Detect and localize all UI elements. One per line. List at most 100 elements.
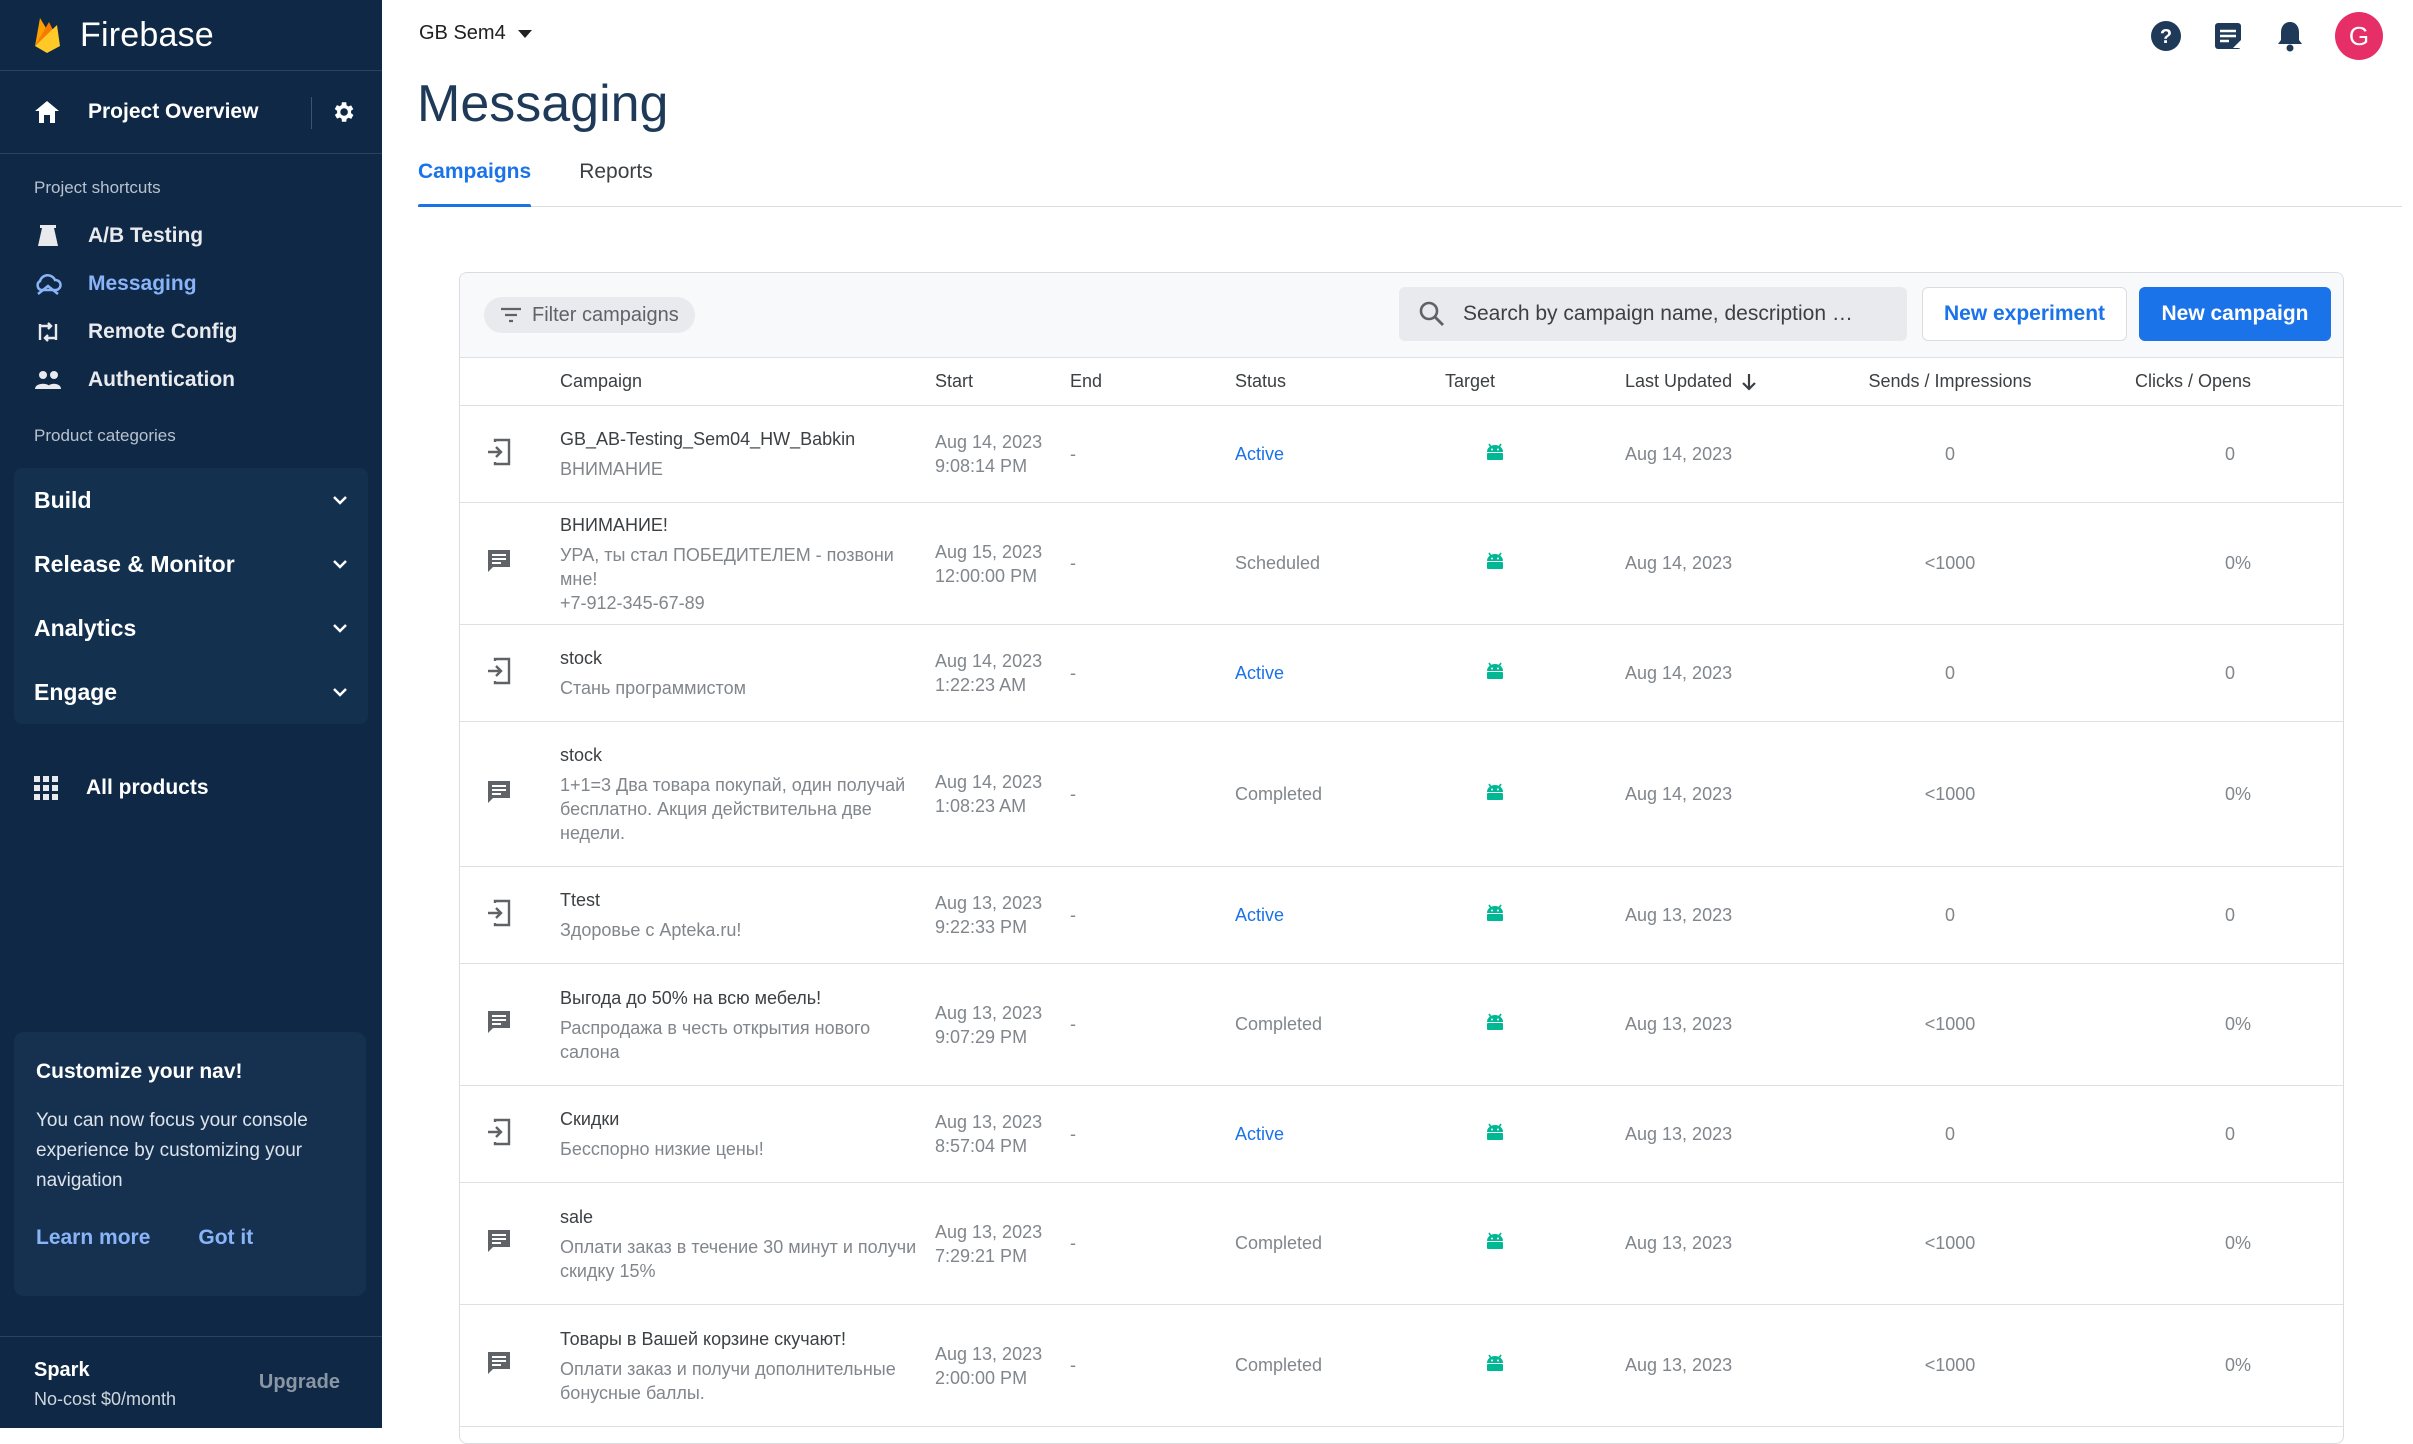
search-input[interactable] xyxy=(1461,301,1865,327)
campaign-description: Распродажа в честь открытия нового салона xyxy=(560,1016,935,1064)
project-overview[interactable]: Project Overview xyxy=(0,71,382,154)
filter-icon xyxy=(501,307,521,323)
home-icon xyxy=(35,101,59,123)
last-updated-cell: Aug 13, 2023 xyxy=(1625,1182,1807,1305)
campaign-cell[interactable]: Скидки Бесспорно низкие цены! xyxy=(560,1085,935,1183)
clicks-cell: 0 xyxy=(2093,624,2343,722)
column-header-end[interactable]: End xyxy=(1070,358,1235,406)
sends-cell: 0 xyxy=(1807,624,2093,722)
column-header-start[interactable]: Start xyxy=(935,358,1070,406)
campaign-description-line: бонусные баллы. xyxy=(560,1382,705,1403)
shortcut-remote-config[interactable]: Remote Config xyxy=(0,308,382,356)
end-cell: - xyxy=(1070,1085,1235,1183)
android-icon xyxy=(1485,1354,1505,1376)
table-row[interactable]: stock Стань программистом Aug 14, 2023 1:22… xyxy=(460,624,2343,722)
table-row[interactable]: stock 1+1=3 Два товара покупай, один полу… xyxy=(460,721,2343,867)
learn-more-link[interactable]: Learn more xyxy=(36,1226,150,1250)
campaign-cell[interactable]: Ttest Здоровье с Apteka.ru! xyxy=(560,866,935,964)
campaign-type-cell xyxy=(460,1304,560,1427)
chevron-down-icon xyxy=(333,688,347,697)
billing-plan: Spark No-cost $0/month Upgrade xyxy=(0,1336,382,1428)
campaign-cell[interactable]: Товары в Вашей корзине скучают! Оплати за… xyxy=(560,1304,935,1427)
all-products[interactable]: All products xyxy=(0,760,382,816)
campaign-type-cell xyxy=(460,866,560,964)
gear-icon[interactable] xyxy=(330,99,356,125)
in-app-message-icon xyxy=(486,1118,512,1150)
clicks-value: 0 xyxy=(2225,662,2236,683)
svg-text:?: ? xyxy=(2160,26,2172,48)
table-row[interactable]: Скидки Бесспорно низкие цены! Aug 13, 2023… xyxy=(460,1085,2343,1183)
target-cell xyxy=(1445,624,1625,722)
column-header-clicks[interactable]: Clicks / Opens xyxy=(2093,358,2343,406)
start-cell: Aug 13, 2023 7:29:21 PM xyxy=(935,1182,1070,1305)
clicks-value: 0 xyxy=(2225,1123,2236,1144)
start-date: Aug 13, 2023 xyxy=(935,1112,1043,1132)
table-row[interactable]: Выгода до 50% на всю мебель! Распродажа в… xyxy=(460,963,2343,1086)
plan-name: Spark xyxy=(34,1359,90,1381)
start-date: Aug 14, 2023 xyxy=(935,651,1043,671)
campaign-cell[interactable]: GB_AB-Testing_Sem04_HW_Babkin ВНИМАНИЕ xyxy=(560,405,935,503)
tab-reports[interactable]: Reports xyxy=(579,160,653,206)
status-cell: Completed xyxy=(1235,1304,1445,1427)
table-row[interactable]: Товары в Вашей корзине скучают! Оплати за… xyxy=(460,1304,2343,1427)
start-time: 7:29:21 PM xyxy=(935,1245,1028,1266)
got-it-button[interactable]: Got it xyxy=(198,1226,253,1250)
column-header-campaign[interactable]: Campaign xyxy=(560,358,935,406)
start-time: 1:08:23 AM xyxy=(935,796,1027,816)
campaign-name: Товары в Вашей корзине скучают! xyxy=(560,1328,846,1349)
campaign-search[interactable] xyxy=(1399,287,1907,341)
category-build[interactable]: Build xyxy=(14,468,368,532)
shortcut-ab-testing[interactable]: A/B Testing xyxy=(0,212,382,260)
table-row[interactable]: ВНИМАНИЕ! УРА, ты стал ПОБЕДИТЕЛЕМ - позв… xyxy=(460,502,2343,625)
table-row[interactable]: sale Оплати заказ в течение 30 минут и по… xyxy=(460,1182,2343,1305)
target-cell xyxy=(1445,1182,1625,1305)
new-experiment-button[interactable]: New experiment xyxy=(1922,287,2127,341)
shortcut-messaging[interactable]: Messaging xyxy=(0,260,382,308)
tab-campaigns[interactable]: Campaigns xyxy=(418,160,532,207)
notifications-bell-icon[interactable] xyxy=(2273,19,2307,53)
last-updated-cell: Aug 13, 2023 xyxy=(1625,963,1807,1086)
clicks-cell: 0% xyxy=(2093,721,2343,867)
campaign-name: Ttest xyxy=(560,890,601,910)
column-header-status[interactable]: Status xyxy=(1235,358,1445,406)
clicks-cell: 0 xyxy=(2093,405,2343,503)
start-time: 8:57:04 PM xyxy=(935,1136,1028,1156)
start-cell: Aug 13, 2023 9:07:29 PM xyxy=(935,963,1070,1086)
table-row[interactable]: GB_AB-Testing_Sem04_HW_Babkin ВНИМАНИЕ Aug… xyxy=(460,405,2343,503)
help-icon[interactable]: ? xyxy=(2149,19,2183,53)
shortcut-authentication[interactable]: Authentication xyxy=(0,356,382,404)
table-row[interactable]: Ttest Здоровье с Apteka.ru! Aug 13, 2023 9:… xyxy=(460,866,2343,964)
upgrade-button[interactable]: Upgrade xyxy=(259,1371,340,1394)
project-selector[interactable]: GB Sem4 xyxy=(419,22,532,45)
campaign-name: Выгода до 50% на всю мебель! xyxy=(560,987,822,1008)
column-header-sends[interactable]: Sends / Impressions xyxy=(1807,358,2093,406)
sends-cell: 0 xyxy=(1807,405,2093,503)
campaign-cell[interactable]: stock 1+1=3 Два товара покупай, один полу… xyxy=(560,721,935,867)
category-analytics[interactable]: Analytics xyxy=(14,596,368,660)
release-notes-icon[interactable] xyxy=(2211,19,2245,53)
sends-cell: <1000 xyxy=(1807,721,2093,867)
start-date: Aug 13, 2023 xyxy=(935,1221,1043,1242)
target-cell xyxy=(1445,963,1625,1086)
column-header-last-updated[interactable]: Last Updated xyxy=(1625,358,1807,406)
campaign-cell[interactable]: ВНИМАНИЕ! УРА, ты стал ПОБЕДИТЕЛЕМ - позв… xyxy=(560,502,935,625)
shortcut-label: Remote Config xyxy=(88,320,238,343)
clicks-cell: 0 xyxy=(2093,1085,2343,1183)
sort-arrow-down-icon xyxy=(1742,374,1756,391)
category-label: Release & Monitor xyxy=(34,550,235,577)
brand[interactable]: Firebase xyxy=(0,0,382,71)
column-header-target[interactable]: Target xyxy=(1445,358,1625,406)
campaign-description: 1+1=3 Два товара покупай, один получай бе… xyxy=(560,773,935,845)
campaign-description-line: Стань программистом xyxy=(560,678,746,698)
new-campaign-button[interactable]: New campaign xyxy=(2139,287,2331,341)
filter-campaigns-chip[interactable]: Filter campaigns xyxy=(484,297,695,333)
category-engage[interactable]: Engage xyxy=(14,660,368,724)
campaign-cell[interactable]: Выгода до 50% на всю мебель! Распродажа в… xyxy=(560,963,935,1086)
campaign-cell[interactable]: stock Стань программистом xyxy=(560,624,935,722)
campaign-cell[interactable]: sale Оплати заказ в течение 30 минут и по… xyxy=(560,1182,935,1305)
target-cell xyxy=(1445,1304,1625,1427)
sends-cell: <1000 xyxy=(1807,1304,2093,1427)
category-release-monitor[interactable]: Release & Monitor xyxy=(14,532,368,596)
avatar[interactable]: G xyxy=(2335,12,2383,60)
end-cell: - xyxy=(1070,502,1235,625)
